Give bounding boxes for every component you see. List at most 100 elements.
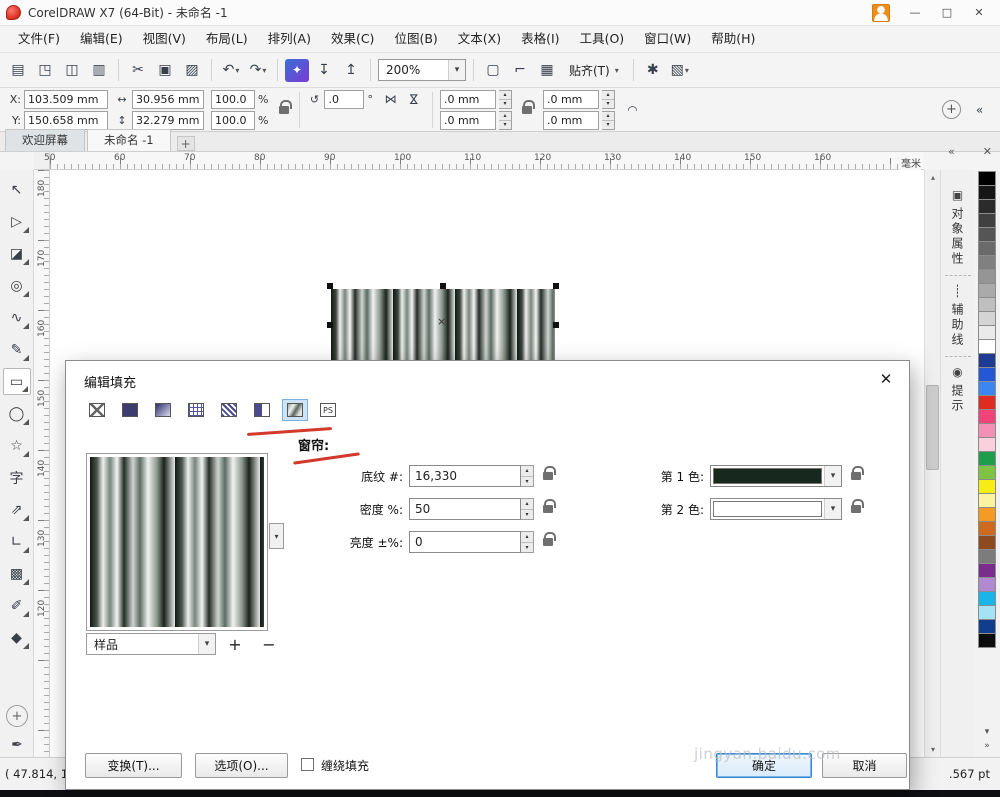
spinner[interactable] [602, 90, 615, 109]
palette-color-26[interactable] [978, 535, 996, 550]
paste-button[interactable]: ▨ [180, 58, 204, 82]
tab-welcome-screen[interactable]: 欢迎屏幕 [5, 129, 85, 151]
wrap-fill-checkbox[interactable] [301, 758, 314, 771]
y-position-field[interactable]: 150.658 mm [24, 111, 108, 130]
vertical-scrollbar[interactable] [924, 170, 940, 757]
scroll-up-button[interactable] [925, 170, 941, 185]
selection-handle[interactable] [327, 283, 333, 289]
color1-dropdown[interactable] [710, 465, 842, 487]
quick-customize-button[interactable]: + [6, 705, 28, 727]
show-rulers-button[interactable]: ⌐ [508, 58, 532, 82]
chevron-down-icon[interactable] [448, 60, 465, 80]
open-document-button[interactable]: ◳ [33, 58, 57, 82]
color2-dropdown[interactable] [710, 498, 842, 520]
new-tab-button[interactable]: + [177, 136, 195, 151]
chevron-down-icon[interactable] [824, 466, 841, 486]
menu-text[interactable]: 文本(X) [448, 26, 511, 52]
palette-color-11[interactable] [978, 325, 996, 340]
x-position-field[interactable]: 103.509 mm [24, 90, 108, 109]
export-button[interactable]: ↥ [339, 58, 363, 82]
postscript-fill-button[interactable]: PS [315, 399, 341, 421]
palette-color-3[interactable] [978, 213, 996, 228]
bitmap-pattern-fill-button[interactable] [216, 399, 242, 421]
docker-tab-object-properties[interactable]: ▣对象属性 [949, 180, 966, 275]
maximize-button[interactable]: □ [932, 2, 962, 24]
palette-expand-button[interactable]: » [978, 740, 996, 753]
menu-effects[interactable]: 效果(C) [321, 26, 384, 52]
palette-color-5[interactable] [978, 241, 996, 256]
polygon-tool[interactable]: ☆ [3, 432, 31, 459]
scale-x-field[interactable]: 100.0 [211, 90, 255, 109]
palette-color-21[interactable] [978, 465, 996, 480]
palette-color-33[interactable] [978, 633, 996, 648]
selection-handle[interactable] [327, 322, 333, 328]
vector-pattern-fill-button[interactable] [183, 399, 209, 421]
full-screen-preview-button[interactable]: ▢ [481, 58, 505, 82]
palette-color-0[interactable] [978, 171, 996, 186]
palette-color-25[interactable] [978, 521, 996, 536]
horizontal-ruler[interactable]: 毫米 5060708090100110120130140150160 [50, 152, 924, 170]
spinner[interactable] [521, 531, 534, 553]
palette-color-7[interactable] [978, 269, 996, 284]
scrollbar-thumb[interactable] [926, 385, 939, 470]
show-grid-button[interactable]: ▦ [535, 58, 559, 82]
options-button[interactable]: 选项(O)... [195, 753, 288, 778]
zoom-tool[interactable]: ◎ [3, 272, 31, 299]
minimize-button[interactable]: — [900, 2, 930, 24]
copy-button[interactable]: ▣ [153, 58, 177, 82]
palette-color-30[interactable] [978, 591, 996, 606]
spinner[interactable] [521, 498, 534, 520]
palette-color-22[interactable] [978, 479, 996, 494]
menu-edit[interactable]: 编辑(E) [70, 26, 133, 52]
dialog-close-button[interactable]: ✕ [873, 369, 899, 389]
density-field[interactable]: 50 [409, 498, 521, 520]
redo-button[interactable]: ↷ [246, 58, 270, 82]
corner-radius-tr-field[interactable]: .0 mm [543, 90, 599, 109]
menu-file[interactable]: 文件(F) [8, 26, 70, 52]
lock-color1-button[interactable] [847, 466, 864, 486]
import-button[interactable]: ↧ [312, 58, 336, 82]
palette-color-28[interactable] [978, 563, 996, 578]
palette-color-1[interactable] [978, 185, 996, 200]
corner-lock-button[interactable] [519, 90, 536, 130]
corner-radius-bl-field[interactable]: .0 mm [440, 111, 496, 130]
color-eyedropper-tool[interactable]: ✐ [3, 592, 31, 619]
lock-brightness-button[interactable] [539, 532, 556, 552]
palette-color-6[interactable] [978, 255, 996, 270]
interactive-fill-tool[interactable]: ◆ [3, 624, 31, 651]
print-document-button[interactable]: ▥ [87, 58, 111, 82]
palette-color-27[interactable] [978, 549, 996, 564]
brightness-field[interactable]: 0 [409, 531, 521, 553]
corner-style-button[interactable]: ◠ [622, 100, 643, 119]
rotation-angle-field[interactable]: .0 [324, 90, 364, 109]
rectangle-tool[interactable]: ▭ [3, 368, 31, 395]
docker-tab-guidelines[interactable]: ┊辅助线 [945, 275, 971, 356]
remove-texture-button[interactable]: − [258, 634, 280, 654]
two-color-pattern-fill-button[interactable] [249, 399, 275, 421]
cancel-button[interactable]: 取消 [822, 753, 907, 778]
palette-color-16[interactable] [978, 395, 996, 410]
object-width-field[interactable]: 30.956 mm [132, 90, 204, 109]
tab-untitled-document[interactable]: 未命名 -1 [87, 129, 171, 151]
fountain-fill-button[interactable] [150, 399, 176, 421]
text-tool[interactable]: 字 [3, 464, 31, 491]
transform-button[interactable]: 变换(T)... [85, 753, 182, 778]
palette-color-23[interactable] [978, 493, 996, 508]
palette-color-14[interactable] [978, 367, 996, 382]
artistic-media-tool[interactable]: ✎ [3, 336, 31, 363]
add-texture-button[interactable]: + [224, 634, 246, 654]
mirror-vertical-button[interactable]: ⋈ [404, 90, 425, 109]
snap-to-dropdown[interactable]: 贴齐(T) [562, 59, 626, 81]
docker-tab-hints[interactable]: ◉提示 [945, 356, 971, 422]
palette-color-4[interactable] [978, 227, 996, 242]
menu-tools[interactable]: 工具(O) [570, 26, 635, 52]
chevron-down-icon[interactable] [824, 499, 841, 519]
menu-window[interactable]: 窗口(W) [634, 26, 701, 52]
palette-color-2[interactable] [978, 199, 996, 214]
palette-color-18[interactable] [978, 423, 996, 438]
texture-library-dropdown[interactable]: 样品 [86, 633, 216, 655]
palette-color-32[interactable] [978, 619, 996, 634]
menu-layout[interactable]: 布局(L) [196, 26, 258, 52]
texture-preview[interactable] [86, 453, 268, 631]
spinner[interactable] [602, 111, 615, 130]
